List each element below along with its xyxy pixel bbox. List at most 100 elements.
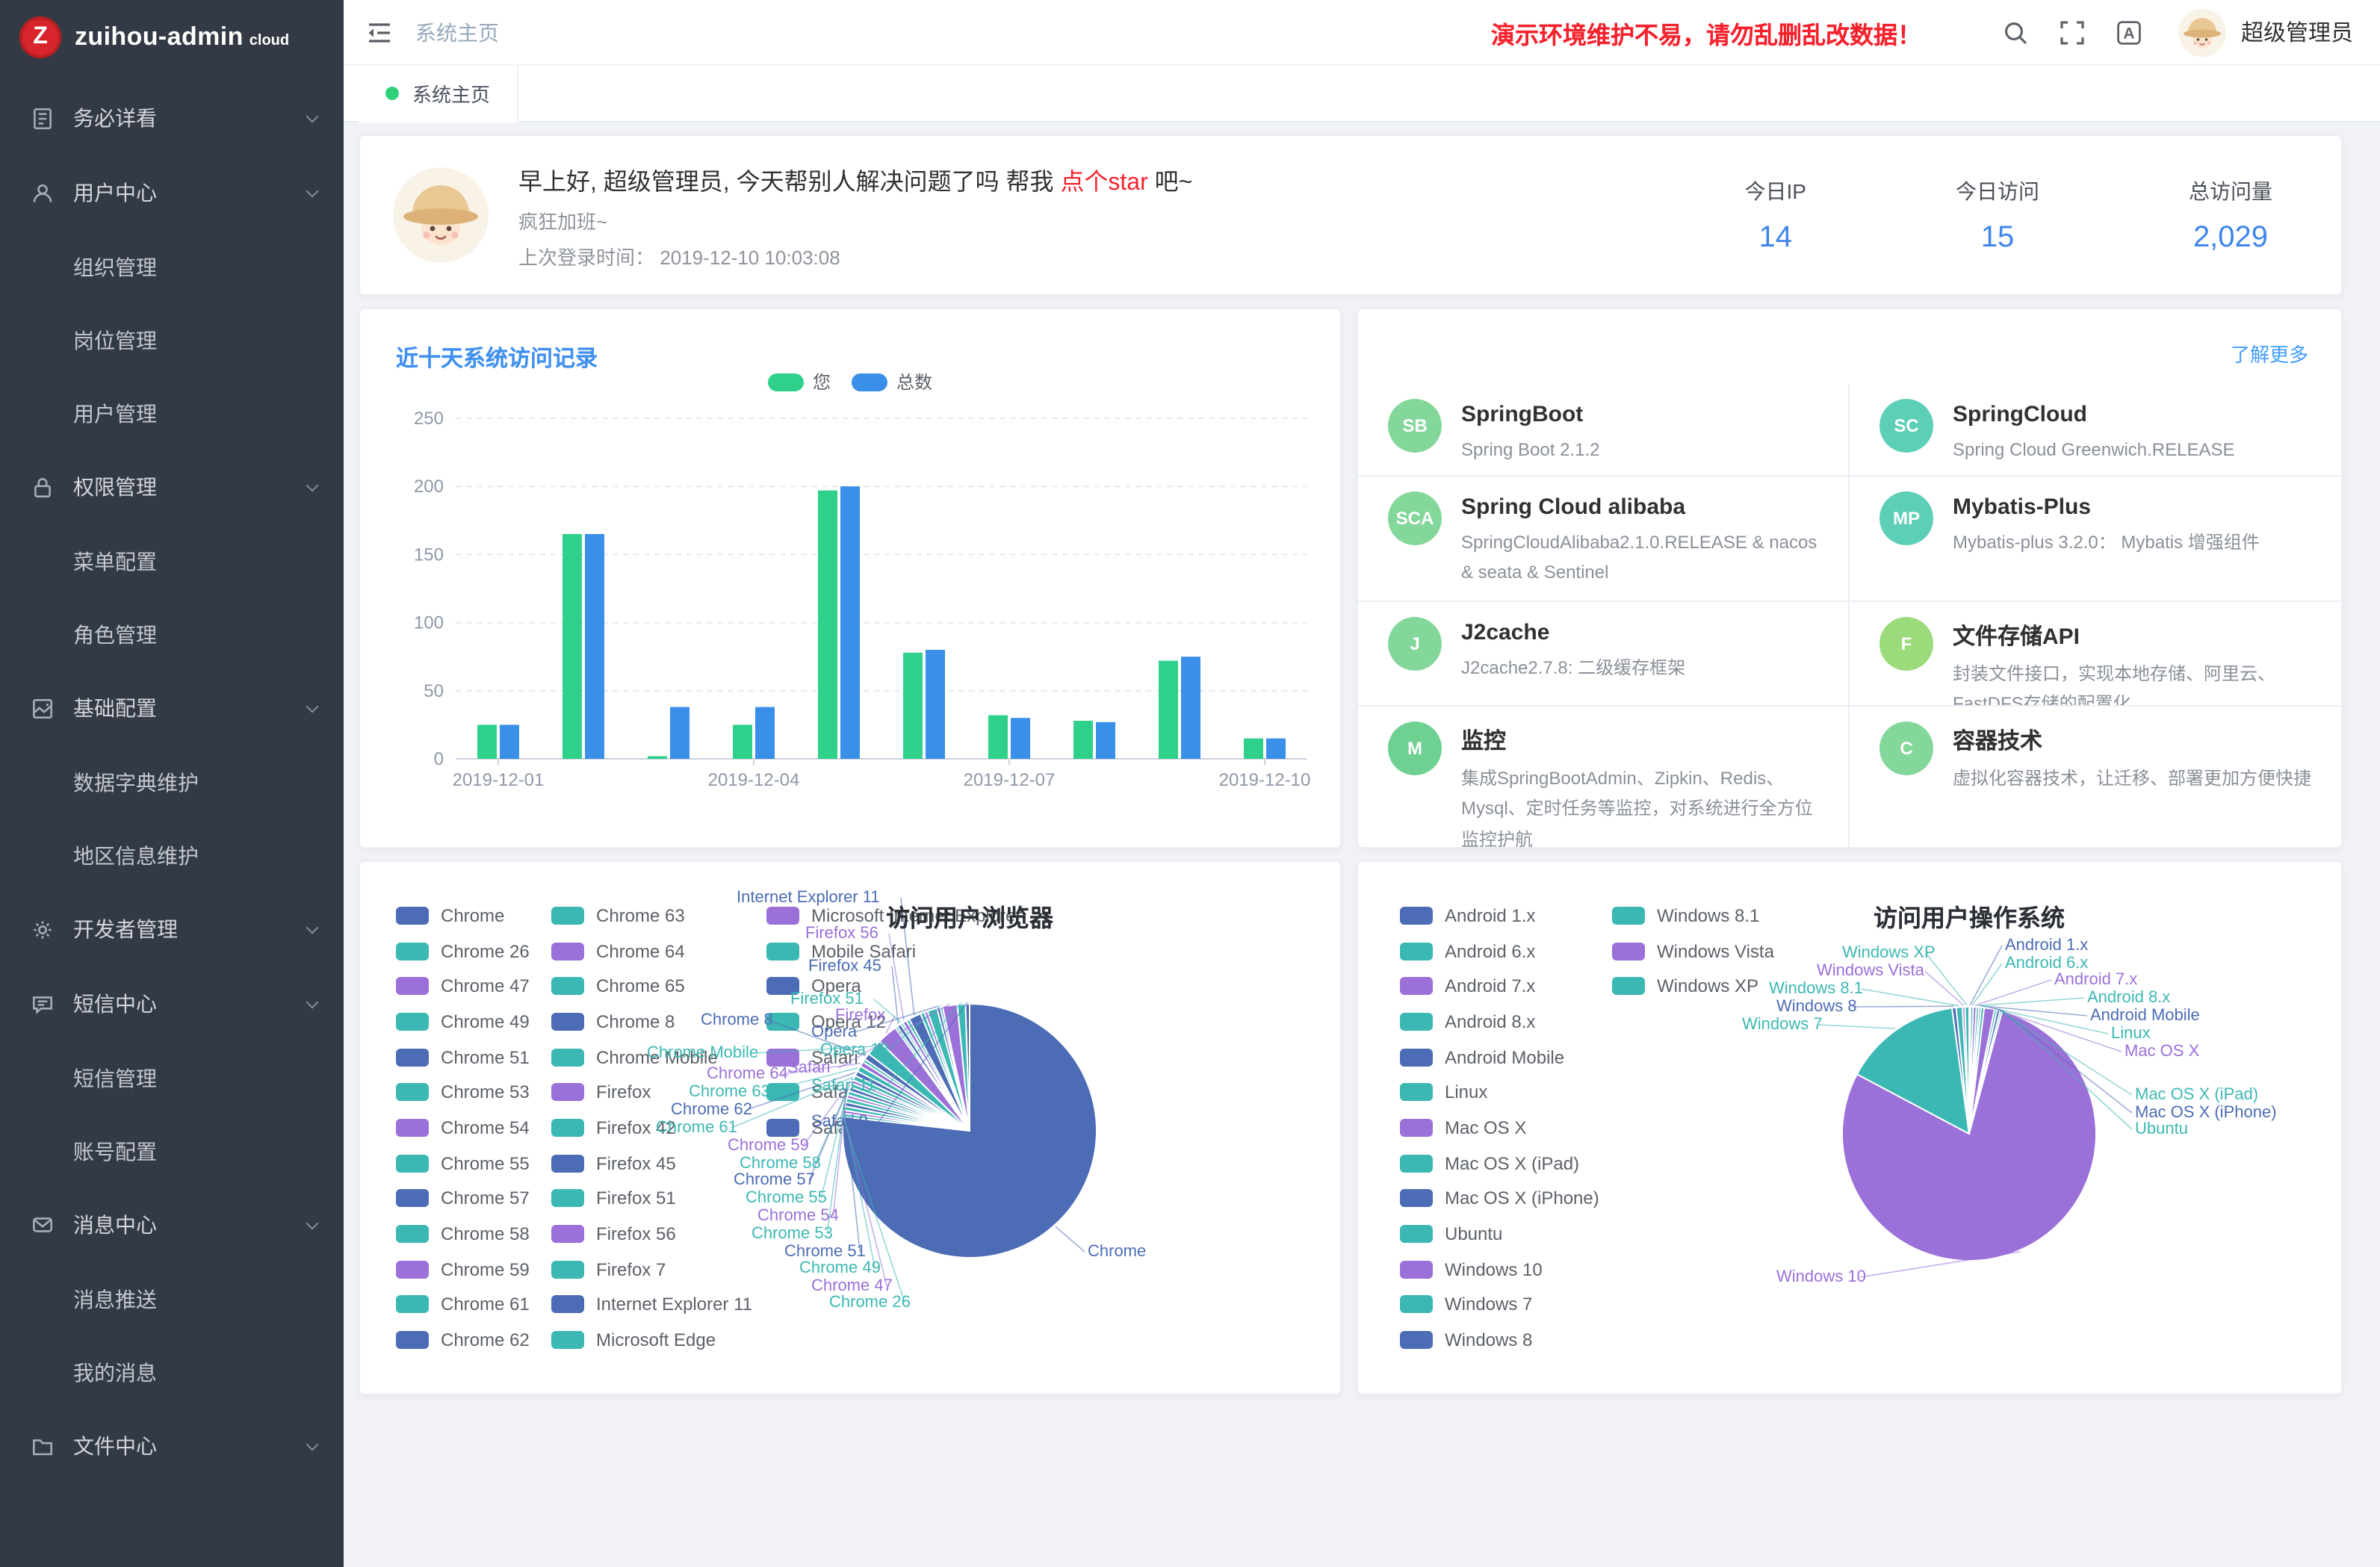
sidebar-subitem[interactable]: 岗位管理 bbox=[0, 303, 344, 376]
legend-item[interactable]: Mac OS X (iPhone) bbox=[1400, 1181, 1599, 1216]
legend-item[interactable]: Chrome 62 bbox=[396, 1323, 530, 1358]
legend-item[interactable]: Windows 8.1 bbox=[1612, 898, 1774, 933]
tech-item: M监控集成SpringBootAdmin、Zipkin、Redis、Mysql、… bbox=[1358, 707, 1850, 847]
sidebar-subitem[interactable]: 用户管理 bbox=[0, 376, 344, 450]
sidebar-subitem[interactable]: 菜单配置 bbox=[0, 524, 344, 598]
sidebar-subitem[interactable]: 组织管理 bbox=[0, 230, 344, 303]
legend-item[interactable]: Android 7.x bbox=[1400, 969, 1599, 1004]
sidebar-item-1[interactable]: 务必详看 bbox=[0, 81, 344, 155]
learn-more-link[interactable]: 了解更多 bbox=[2231, 339, 2308, 367]
sidebar-item-2[interactable]: 用户中心 bbox=[0, 155, 344, 230]
legend-item[interactable]: Firefox bbox=[551, 1075, 752, 1110]
legend-item[interactable]: Windows 8 bbox=[1400, 1323, 1599, 1358]
sidebar-item-label: 消息中心 bbox=[73, 1210, 308, 1240]
stat-block: 今日IP14 bbox=[1745, 176, 1806, 255]
legend-item[interactable]: Windows 7 bbox=[1400, 1287, 1599, 1322]
tech-badge: M bbox=[1388, 722, 1442, 775]
font-size-icon[interactable]: A bbox=[2114, 17, 2144, 47]
legend-swatch bbox=[396, 977, 429, 995]
username[interactable]: 超级管理员 bbox=[2241, 16, 2353, 48]
sidebar-item-7[interactable]: 消息中心 bbox=[0, 1188, 344, 1262]
tech-title: 文件存储API bbox=[1953, 620, 2314, 651]
os-pie-title: 访问用户操作系统 bbox=[1874, 898, 2065, 934]
legend-item[interactable]: Chrome 47 bbox=[396, 969, 530, 1004]
sidebar-subitem[interactable]: 地区信息维护 bbox=[0, 819, 344, 892]
tech-grid: SBSpringBootSpring Boot 2.1.2SCSpringClo… bbox=[1358, 384, 2341, 847]
legend-swatch bbox=[551, 907, 584, 925]
legend-item[interactable]: Mac OS X (iPad) bbox=[1400, 1146, 1599, 1181]
tech-item: C容器技术虚拟化容器技术，让迁移、部署更加方便快捷 bbox=[1850, 707, 2341, 847]
legend-item[interactable]: Chrome 59 bbox=[396, 1252, 530, 1287]
legend-item[interactable]: Firefox 42 bbox=[551, 1110, 752, 1145]
legend-item[interactable]: Windows 10 bbox=[1400, 1252, 1599, 1287]
legend-item[interactable]: Chrome 65 bbox=[551, 969, 752, 1004]
legend-item[interactable]: Firefox 56 bbox=[551, 1216, 752, 1251]
bar-您-2019-12-01 bbox=[477, 724, 497, 759]
sidebar-subitem[interactable]: 数据字典维护 bbox=[0, 745, 344, 819]
app-logo[interactable]: Z zuihou-admin cloud bbox=[0, 0, 344, 75]
tab-home[interactable]: 系统主页 bbox=[359, 65, 518, 122]
sidebar-subitem[interactable]: 角色管理 bbox=[0, 598, 344, 671]
legend-item[interactable]: Chrome 54 bbox=[396, 1110, 530, 1145]
svg-text:A: A bbox=[2123, 25, 2134, 42]
legend-item[interactable]: Ubuntu bbox=[1400, 1216, 1599, 1251]
sidebar-fold-icon[interactable] bbox=[365, 17, 394, 47]
bar-您-2019-12-09 bbox=[1159, 661, 1178, 759]
tech-desc: Spring Cloud Greenwich.RELEASE bbox=[1953, 435, 2235, 465]
legend-item[interactable]: Chrome 8 bbox=[551, 1004, 752, 1039]
sidebar-item-8[interactable]: 文件中心 bbox=[0, 1409, 344, 1483]
sidebar-item-3[interactable]: 权限管理 bbox=[0, 450, 344, 524]
chevron-down-icon bbox=[306, 996, 319, 1008]
sidebar-item-label: 文件中心 bbox=[73, 1431, 308, 1461]
legend-item[interactable]: Firefox 45 bbox=[551, 1146, 752, 1181]
user-avatar[interactable] bbox=[2178, 8, 2226, 56]
legend-item[interactable]: Internet Explorer 11 bbox=[551, 1287, 752, 1322]
sidebar-item-6[interactable]: 短信中心 bbox=[0, 966, 344, 1041]
legend-item[interactable]: Chrome 58 bbox=[396, 1216, 530, 1251]
legend-swatch bbox=[396, 1225, 429, 1243]
legend-item[interactable]: Windows XP bbox=[1612, 969, 1774, 1004]
legend-item[interactable]: Android 6.x bbox=[1400, 933, 1599, 968]
sidebar: Z zuihou-admin cloud 务必详看用户中心组织管理岗位管理用户管… bbox=[0, 0, 344, 1567]
legend-item[interactable]: Chrome Mobile bbox=[551, 1040, 752, 1075]
legend-item[interactable]: Windows Vista bbox=[1612, 933, 1774, 968]
sidebar-subitem[interactable]: 短信管理 bbox=[0, 1041, 344, 1114]
legend-item[interactable]: Chrome 57 bbox=[396, 1181, 530, 1216]
legend-item[interactable]: Linux bbox=[1400, 1075, 1599, 1110]
sidebar-subitem[interactable]: 我的消息 bbox=[0, 1335, 344, 1409]
legend-item[interactable]: Chrome 53 bbox=[396, 1075, 530, 1110]
bar-总数-2019-12-05 bbox=[840, 486, 860, 759]
bar-总数-2019-12-01 bbox=[500, 724, 519, 759]
sidebar-item-5[interactable]: 开发者管理 bbox=[0, 892, 344, 966]
sidebar-subitem[interactable]: 消息推送 bbox=[0, 1262, 344, 1335]
legend-swatch bbox=[396, 907, 429, 925]
sidebar-item-label: 基础配置 bbox=[73, 693, 308, 723]
search-icon[interactable] bbox=[2001, 17, 2030, 47]
legend-item[interactable]: Microsoft Edge bbox=[551, 1323, 752, 1358]
sidebar-item-4[interactable]: 基础配置 bbox=[0, 671, 344, 745]
legend-item[interactable]: Chrome 64 bbox=[551, 933, 752, 968]
legend-item[interactable]: Android Mobile bbox=[1400, 1040, 1599, 1075]
legend-item[interactable]: Chrome 26 bbox=[396, 933, 530, 968]
fullscreen-icon[interactable] bbox=[2057, 17, 2087, 47]
legend-item[interactable]: Chrome 51 bbox=[396, 1040, 530, 1075]
legend-item[interactable]: Chrome 63 bbox=[551, 898, 752, 933]
legend-item[interactable]: Mac OS X bbox=[1400, 1110, 1599, 1145]
os-pie-card: 访问用户操作系统 Android 1.xAndroid 6.xAndroid 7… bbox=[1357, 860, 2343, 1395]
welcome-card: 早上好, 超级管理员, 今天帮别人解决问题了吗 帮我 点个star 吧~ 疯狂加… bbox=[359, 134, 2343, 296]
legend-item[interactable]: Firefox 7 bbox=[551, 1252, 752, 1287]
sidebar-subitem[interactable]: 账号配置 bbox=[0, 1114, 344, 1188]
tech-desc: 虚拟化容器技术，让迁移、部署更加方便快捷 bbox=[1953, 763, 2311, 794]
legend-item[interactable]: Android 1.x bbox=[1400, 898, 1599, 933]
star-link[interactable]: 点个star bbox=[1060, 170, 1147, 195]
legend-swatch bbox=[766, 907, 799, 925]
legend-item[interactable]: Android 8.x bbox=[1400, 1004, 1599, 1039]
legend-item[interactable]: Chrome 49 bbox=[396, 1004, 530, 1039]
legend-swatch bbox=[396, 1260, 429, 1278]
legend-item[interactable]: Chrome bbox=[396, 898, 530, 933]
legend-item[interactable]: Chrome 61 bbox=[396, 1287, 530, 1322]
tech-badge: SC bbox=[1879, 399, 1933, 453]
legend-item[interactable]: Chrome 55 bbox=[396, 1146, 530, 1181]
legend-item[interactable]: Firefox 51 bbox=[551, 1181, 752, 1216]
tech-title: J2cache bbox=[1461, 620, 1685, 645]
